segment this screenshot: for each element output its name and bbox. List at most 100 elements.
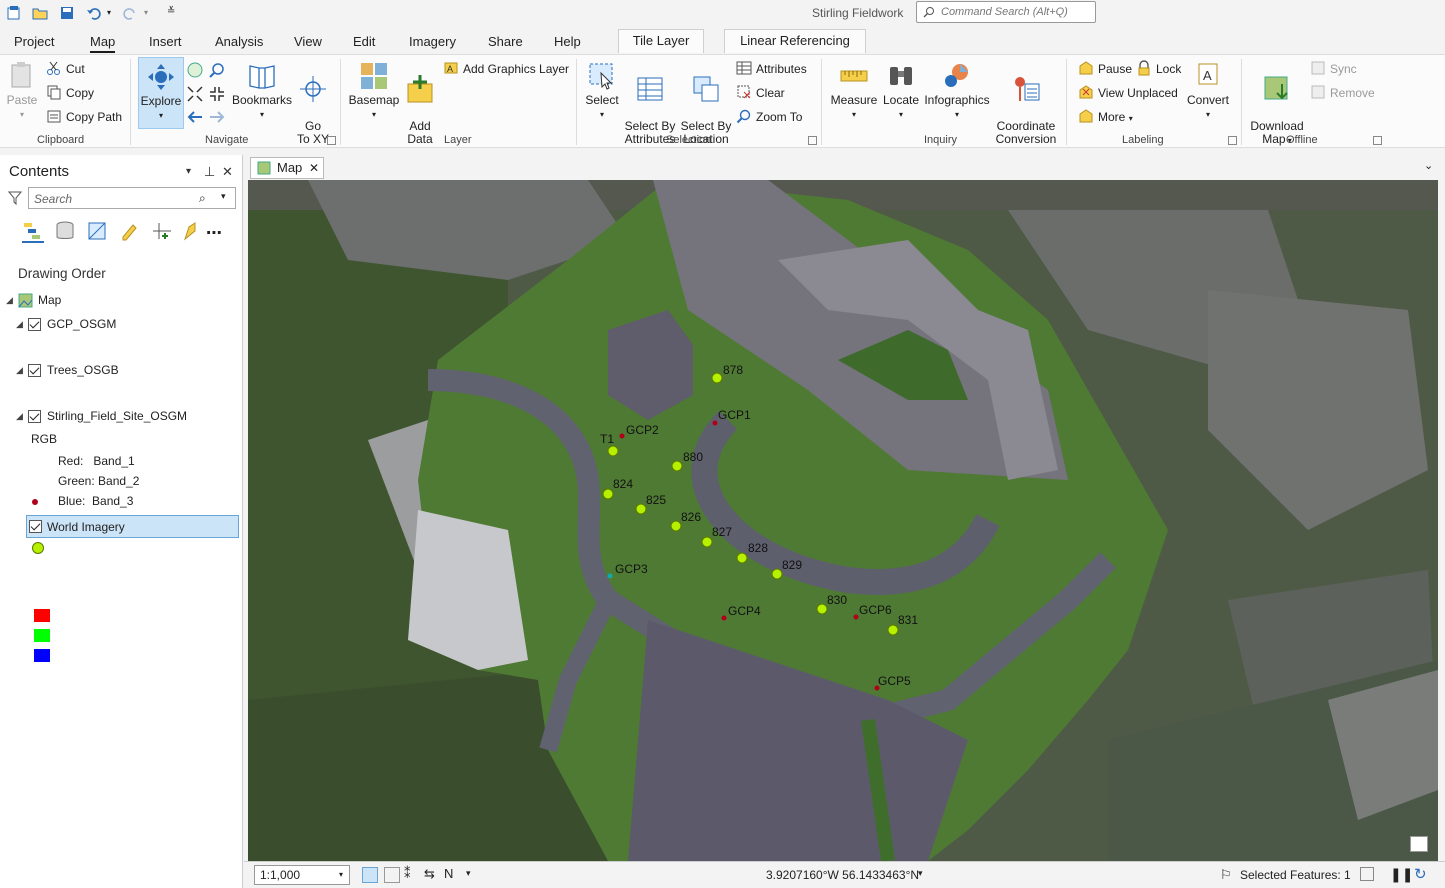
tree-point[interactable] — [607, 445, 619, 457]
selection-launcher-icon[interactable] — [808, 136, 817, 145]
tab-help[interactable]: Help — [554, 34, 581, 49]
close-pane-icon[interactable]: ✕ — [222, 164, 233, 180]
offline-launcher-icon[interactable] — [1373, 136, 1382, 145]
sync-button[interactable]: Sync — [1310, 60, 1357, 78]
tree-point[interactable] — [711, 372, 723, 384]
tab-edit[interactable]: Edit — [353, 34, 375, 49]
full-extent-icon[interactable] — [186, 61, 204, 82]
gcp-point[interactable] — [607, 573, 613, 579]
go-to-xy-button[interactable]: Go To XY — [296, 61, 330, 146]
scale-input[interactable]: 1:1,000 ▾ — [254, 865, 350, 885]
basemap-button[interactable]: Basemap ▾ — [348, 61, 400, 121]
gcp-point[interactable] — [721, 615, 727, 621]
tab-insert[interactable]: Insert — [149, 34, 182, 49]
coordinate-conversion-button[interactable]: Coordinate Conversion — [994, 61, 1058, 146]
redo-dropdown-icon[interactable]: ▾ — [144, 8, 152, 24]
status-dropdown-icon[interactable]: ▾ — [466, 868, 471, 879]
tab-share[interactable]: Share — [488, 34, 523, 49]
navigator-icon[interactable]: ⇆ — [424, 866, 435, 882]
attributes-button[interactable]: Attributes — [736, 60, 807, 78]
previous-extent-icon[interactable] — [186, 108, 204, 129]
clear-button[interactable]: Clear — [736, 84, 785, 102]
convert-button[interactable]: A Convert ▾ — [1184, 61, 1232, 121]
tab-tile-layer[interactable]: Tile Layer — [618, 29, 704, 53]
pause-button[interactable]: Pause — [1078, 60, 1132, 78]
add-graphics-layer-button[interactable]: A Add Graphics Layer — [443, 60, 569, 78]
collapse-icon[interactable]: ◢ — [16, 360, 23, 380]
map-svg[interactable]: GCP1 GCP2 GCP3 GCP4 GCP5 GCP6 878 T1 880… — [248, 180, 1438, 861]
new-project-icon[interactable] — [6, 5, 22, 21]
search-options-icon[interactable]: ▾ — [221, 191, 226, 202]
tab-project[interactable]: Project — [14, 34, 54, 49]
tree-point[interactable] — [736, 552, 748, 564]
more-options-icon[interactable]: ⋯ — [206, 223, 228, 245]
layer-visibility-checkbox[interactable] — [28, 364, 41, 377]
redo-icon[interactable] — [122, 5, 138, 21]
zoom-to-button[interactable]: Zoom To — [736, 108, 802, 126]
fixed-zoom-in-icon[interactable] — [186, 85, 204, 106]
explore-button[interactable]: Explore ▾ — [138, 57, 184, 129]
undo-icon[interactable] — [86, 5, 102, 21]
tab-linear-referencing[interactable]: Linear Referencing — [724, 29, 866, 53]
list-by-snapping-icon[interactable] — [151, 221, 173, 243]
gcp-point[interactable] — [853, 614, 859, 620]
tree-point[interactable] — [816, 603, 828, 615]
measure-button[interactable]: Measure ▾ — [829, 61, 879, 121]
tab-overflow-icon[interactable]: ⌄ — [1424, 159, 1433, 172]
list-by-editing-icon[interactable] — [119, 221, 141, 243]
open-project-icon[interactable] — [32, 5, 48, 21]
gcp-point[interactable] — [712, 420, 718, 426]
pause-drawing-icon[interactable]: ❚❚ — [1390, 866, 1413, 883]
more-button[interactable]: More ▾ — [1078, 108, 1133, 126]
view-unplaced-button[interactable]: View Unplaced — [1078, 84, 1178, 102]
coordinate-dropdown-icon[interactable]: ▾ — [918, 868, 923, 879]
tree-point[interactable] — [701, 536, 713, 548]
grid-icon[interactable] — [362, 867, 378, 883]
tree-point[interactable] — [671, 460, 683, 472]
save-icon[interactable] — [59, 5, 75, 21]
next-extent-icon[interactable] — [208, 108, 226, 129]
gcp-point[interactable] — [619, 433, 625, 439]
selected-features-count[interactable]: Selected Features: 1 — [1240, 868, 1351, 882]
clear-selection-icon[interactable] — [1360, 867, 1374, 881]
list-by-drawing-order-icon[interactable] — [22, 221, 44, 243]
collapse-icon[interactable]: ◢ — [16, 406, 23, 426]
paste-button[interactable]: Paste ▾ — [6, 61, 38, 121]
tab-analysis[interactable]: Analysis — [215, 34, 263, 49]
copy-path-button[interactable]: Copy Path — [46, 108, 122, 126]
layer-visibility-checkbox[interactable] — [28, 410, 41, 423]
locate-button[interactable]: Locate ▾ — [881, 61, 921, 121]
tab-view[interactable]: View — [294, 34, 322, 49]
tab-imagery[interactable]: Imagery — [409, 34, 456, 49]
snapping-icon[interactable]: ⁑ — [404, 866, 411, 882]
refresh-icon[interactable]: ↻ — [1414, 865, 1427, 883]
pin-icon[interactable]: ⊥ — [204, 164, 215, 180]
list-by-source-icon[interactable] — [54, 221, 76, 243]
notes-icon[interactable] — [1410, 836, 1428, 852]
collapse-icon[interactable]: ◢ — [6, 290, 13, 310]
list-by-labeling-icon[interactable] — [181, 221, 203, 243]
select-button[interactable]: Select ▾ — [584, 61, 620, 121]
map-canvas[interactable]: GCP1 GCP2 GCP3 GCP4 GCP5 GCP6 878 T1 880… — [248, 180, 1438, 861]
tree-point[interactable] — [602, 488, 614, 500]
layer-visibility-checkbox[interactable] — [28, 318, 41, 331]
bookmarks-button[interactable]: Bookmarks ▾ — [232, 61, 292, 121]
tree-point[interactable] — [771, 568, 783, 580]
list-by-selection-icon[interactable] — [87, 221, 109, 243]
north-arrow-icon[interactable]: N — [444, 866, 453, 881]
remove-button[interactable]: Remove — [1310, 84, 1375, 102]
command-search-input[interactable]: Command Search (Alt+Q) — [916, 1, 1096, 23]
toc-layer-world-imagery[interactable]: World Imagery — [26, 515, 239, 538]
scale-dropdown-icon[interactable]: ▾ — [339, 866, 343, 884]
collapse-icon[interactable]: ◢ — [16, 314, 23, 334]
layer-visibility-checkbox[interactable] — [29, 520, 42, 533]
tab-map[interactable]: Map — [90, 34, 116, 53]
tree-point[interactable] — [670, 520, 682, 532]
cut-button[interactable]: Cut — [46, 60, 85, 78]
customize-qat-icon[interactable]: ≚ — [167, 6, 177, 22]
navigate-launcher-icon[interactable] — [327, 136, 336, 145]
contents-search-input[interactable]: Search ⌕ ▾ — [28, 187, 236, 209]
zoom-to-selection-icon[interactable] — [208, 61, 226, 82]
tree-point[interactable] — [635, 503, 647, 515]
pane-menu-icon[interactable]: ▾ — [186, 166, 191, 177]
